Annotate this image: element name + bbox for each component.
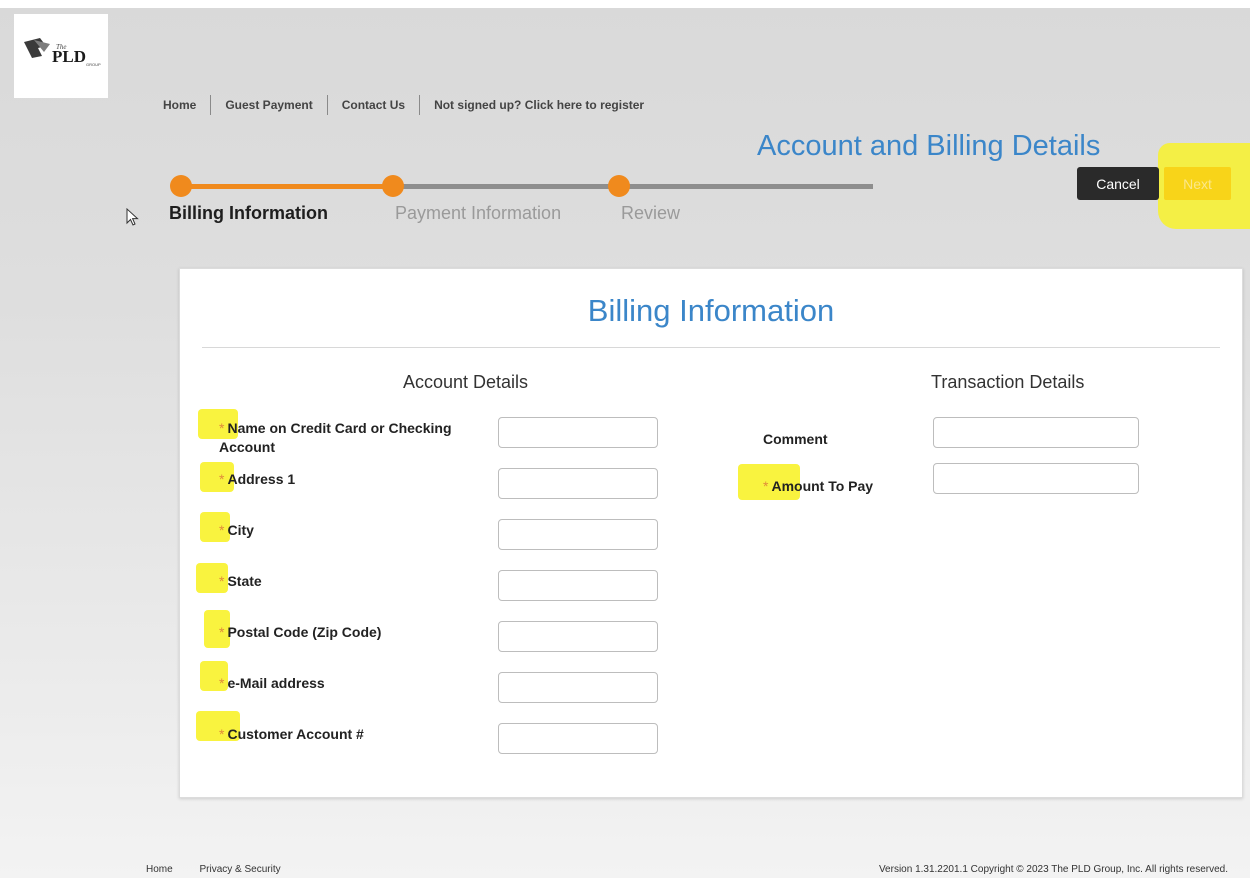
account-details-heading: Account Details bbox=[403, 372, 529, 392]
name-on-card-label: * Name on Credit Card or Checking Account bbox=[219, 420, 452, 455]
mouse-pointer-icon bbox=[126, 208, 139, 226]
city-label: * City bbox=[219, 522, 254, 538]
postal-code-input[interactable] bbox=[498, 621, 658, 652]
footer-copyright: Version 1.31.2201.1 Copyright © 2023 The… bbox=[878, 864, 1228, 875]
nav-divider bbox=[210, 95, 212, 115]
address-1-label: * Address 1 bbox=[219, 471, 296, 487]
comment-label: Comment bbox=[763, 431, 828, 447]
top-band bbox=[0, 0, 1250, 8]
cancel-button[interactable]: Cancel bbox=[1077, 167, 1159, 200]
step-dot-review bbox=[608, 175, 630, 197]
progress-track-remaining bbox=[392, 184, 873, 189]
customer-account-input[interactable] bbox=[498, 723, 658, 754]
name-on-card-input[interactable] bbox=[498, 417, 658, 448]
required-asterisk: * bbox=[219, 522, 225, 538]
logo-suffix: GROUP bbox=[86, 62, 101, 67]
progress-track-complete bbox=[181, 184, 392, 189]
required-asterisk: * bbox=[219, 726, 225, 742]
postal-code-label: * Postal Code (Zip Code) bbox=[219, 624, 382, 640]
step-dot-billing bbox=[170, 175, 192, 197]
top-nav: Home Guest Payment Contact Us Not signed… bbox=[163, 95, 644, 115]
page-title: Account and Billing Details bbox=[757, 130, 1101, 162]
nav-register[interactable]: Not signed up? Click here to register bbox=[434, 98, 644, 112]
city-input[interactable] bbox=[498, 519, 658, 550]
footer-privacy-link[interactable]: Privacy & Security bbox=[199, 864, 280, 875]
footer-links: Home Privacy & Security bbox=[146, 864, 281, 875]
nav-divider bbox=[419, 95, 421, 115]
amount-to-pay-input[interactable] bbox=[933, 463, 1139, 494]
address-1-input[interactable] bbox=[498, 468, 658, 499]
logo-graphic-icon: PLD The GROUP bbox=[24, 38, 101, 67]
nav-contact-us[interactable]: Contact Us bbox=[342, 98, 405, 112]
required-asterisk: * bbox=[219, 624, 225, 640]
state-input[interactable] bbox=[498, 570, 658, 601]
nav-divider bbox=[326, 95, 328, 115]
required-asterisk: * bbox=[219, 573, 225, 589]
email-label: * e-Mail address bbox=[219, 675, 325, 691]
required-asterisk: * bbox=[219, 471, 225, 487]
nav-guest-payment[interactable]: Guest Payment bbox=[225, 98, 312, 112]
amount-to-pay-label: * Amount To Pay bbox=[763, 478, 874, 494]
transaction-details-heading: Transaction Details bbox=[931, 372, 1085, 392]
billing-information-card: Billing Information Account Details Tran… bbox=[179, 268, 1243, 798]
logo-subtext: The bbox=[56, 43, 67, 51]
footer-home-link[interactable]: Home bbox=[146, 864, 173, 875]
required-asterisk: * bbox=[763, 478, 769, 494]
step-review[interactable]: Review bbox=[621, 203, 680, 224]
required-asterisk: * bbox=[219, 420, 225, 436]
state-label: * State bbox=[219, 573, 262, 589]
card-divider bbox=[202, 347, 1220, 348]
step-dot-payment bbox=[382, 175, 404, 197]
next-button[interactable]: Next bbox=[1164, 167, 1231, 200]
nav-home[interactable]: Home bbox=[163, 98, 196, 112]
required-asterisk: * bbox=[219, 675, 225, 691]
pld-logo[interactable]: PLD The GROUP bbox=[14, 14, 108, 98]
email-input[interactable] bbox=[498, 672, 658, 703]
customer-account-label: * Customer Account # bbox=[219, 726, 364, 742]
step-billing-information[interactable]: Billing Information bbox=[169, 203, 328, 224]
comment-input[interactable] bbox=[933, 417, 1139, 448]
step-payment-information[interactable]: Payment Information bbox=[395, 203, 561, 224]
card-title: Billing Information bbox=[587, 293, 835, 328]
